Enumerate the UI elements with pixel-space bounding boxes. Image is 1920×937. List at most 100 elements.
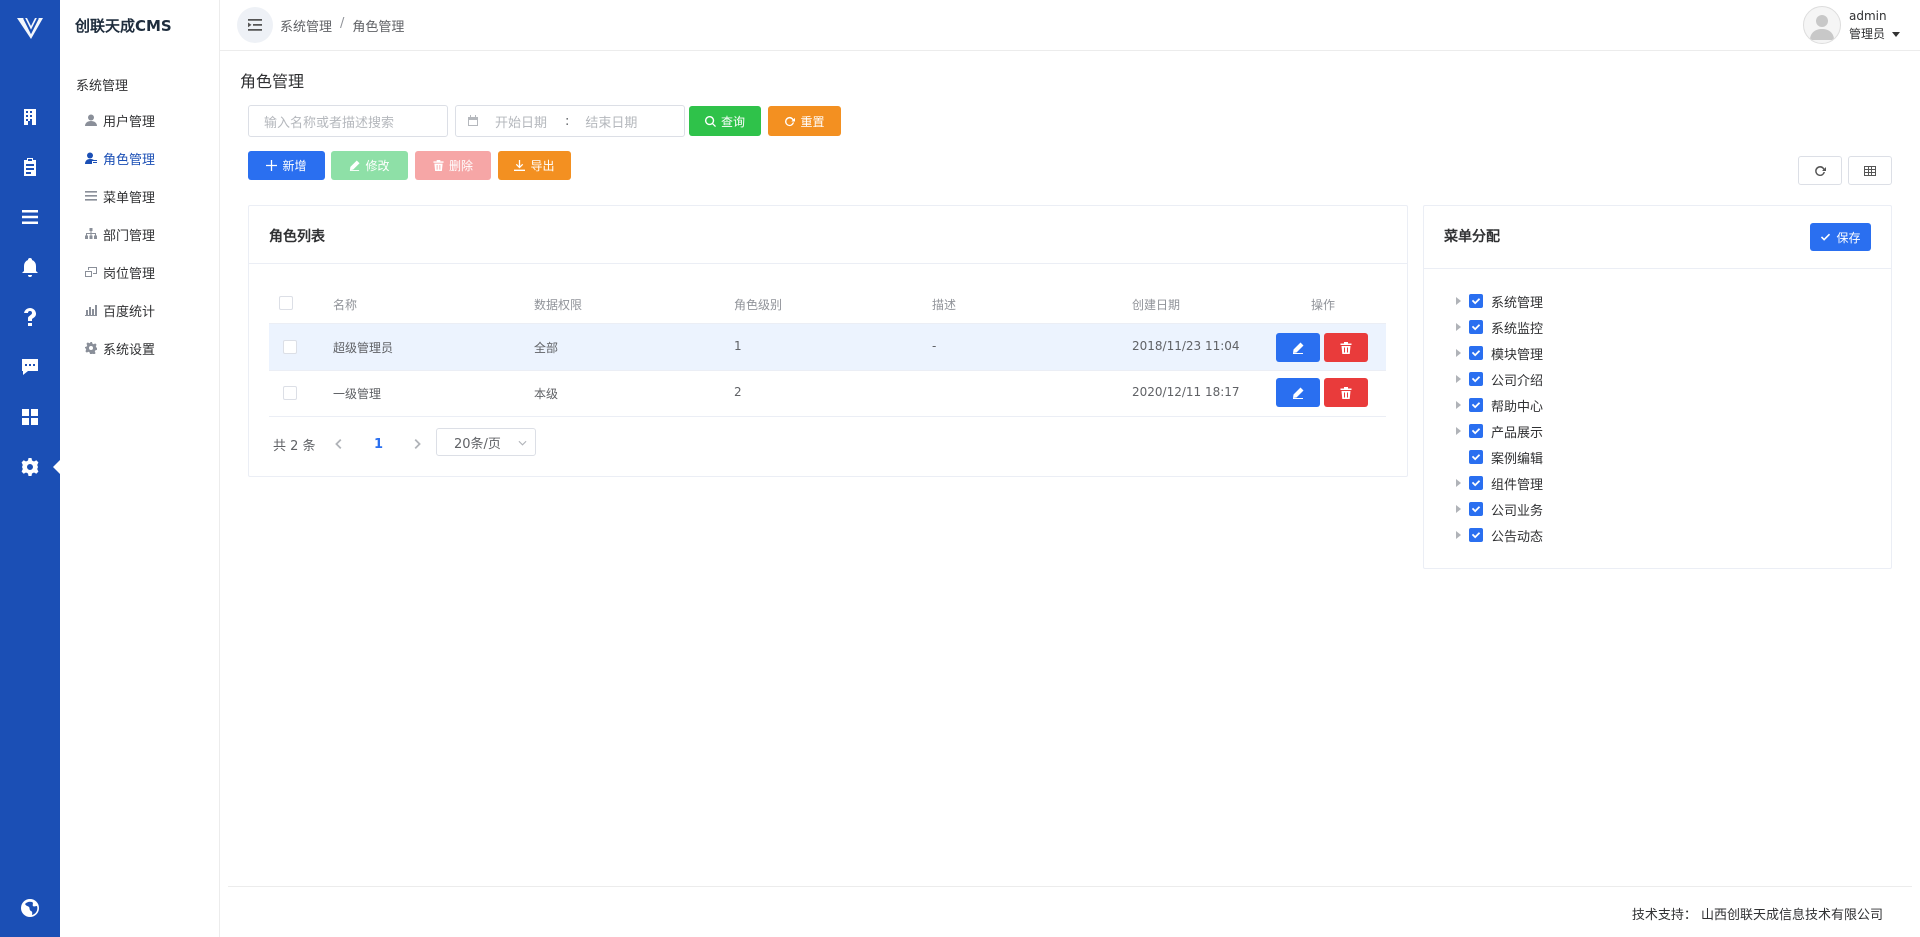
expand-arrow-icon[interactable] [1453, 374, 1463, 384]
tree-checkbox[interactable] [1469, 424, 1483, 438]
tree-node-label: 公司介绍 [1491, 373, 1544, 389]
columns-toggle-button[interactable] [1848, 156, 1892, 185]
row-edit-button[interactable] [1276, 333, 1320, 362]
refresh-icon [785, 116, 796, 126]
check-icon [1471, 324, 1481, 331]
rail-building-icon[interactable] [0, 93, 60, 141]
tree-checkbox[interactable] [1469, 294, 1483, 308]
prev-page-button[interactable] [335, 430, 342, 458]
tree-node[interactable]: 帮助中心 [1453, 395, 1543, 415]
breadcrumb-item[interactable]: 系统管理 [280, 16, 332, 35]
refresh-table-button[interactable] [1798, 156, 1842, 185]
export-button[interactable]: 导出 [498, 151, 571, 180]
rail-chat-icon[interactable] [0, 343, 60, 391]
tree-node[interactable]: 系统管理 [1453, 291, 1543, 311]
row-checkbox[interactable] [283, 340, 297, 354]
column-header-level[interactable]: 角色级别 [734, 296, 782, 313]
edit-button[interactable]: 修改 [331, 151, 408, 180]
column-header-scope[interactable]: 数据权限 [534, 296, 582, 313]
end-date-placeholder[interactable]: 结束日期 [585, 112, 637, 131]
save-button-label: 保存 [1836, 230, 1861, 245]
add-button[interactable]: 新增 [248, 151, 325, 180]
sidebar-item-roles[interactable]: 角色管理 [84, 147, 155, 169]
sidebar-item-departments[interactable]: 部门管理 [84, 223, 155, 245]
search-input[interactable]: 输入名称或者描述搜索 [248, 105, 448, 137]
save-button[interactable]: 保存 [1810, 223, 1871, 251]
username: admin [1848, 9, 1887, 23]
expand-arrow-icon[interactable] [1453, 426, 1463, 436]
rail-settings-icon[interactable] [0, 443, 60, 491]
rail-list-icon[interactable] [0, 193, 60, 241]
reset-button-label: 重置 [800, 114, 825, 129]
sidebar-item-users[interactable]: 用户管理 [84, 109, 155, 131]
expand-arrow-icon[interactable] [1453, 296, 1463, 306]
tree-node[interactable]: 模块管理 [1453, 343, 1543, 363]
submenu-panel: 创联天成CMS 系统管理 用户管理 角色管理 菜单管理 部门管理 岗位管理 百度… [60, 0, 220, 937]
tree-checkbox[interactable] [1469, 346, 1483, 360]
rail-apps-icon[interactable] [0, 393, 60, 441]
sidebar-item-label: 部门管理 [103, 228, 156, 244]
delete-button[interactable]: 删除 [415, 151, 491, 180]
calendar-icon [468, 115, 478, 126]
rail-help-icon[interactable] [0, 293, 60, 341]
breadcrumb: 系统管理 / 角色管理 [280, 16, 404, 35]
leaf-spacer [1453, 452, 1463, 462]
tree-checkbox[interactable] [1469, 528, 1483, 542]
date-range-picker[interactable]: 开始日期 : 结束日期 [455, 105, 685, 137]
collapse-sidebar-button[interactable] [237, 7, 273, 43]
chevron-down-icon [518, 440, 527, 446]
reset-button[interactable]: 重置 [768, 106, 841, 136]
tree-checkbox[interactable] [1469, 450, 1483, 464]
page-number-current[interactable]: 1 [374, 430, 383, 458]
sidebar-item-system-settings[interactable]: 系统设置 [84, 337, 155, 359]
tree-checkbox[interactable] [1469, 372, 1483, 386]
tree-node[interactable]: 组件管理 [1453, 473, 1543, 493]
tree-checkbox[interactable] [1469, 320, 1483, 334]
check-icon [1471, 532, 1481, 539]
expand-arrow-icon[interactable] [1453, 348, 1463, 358]
expand-arrow-icon[interactable] [1453, 322, 1463, 332]
expand-arrow-icon[interactable] [1453, 400, 1463, 410]
expand-arrow-icon[interactable] [1453, 504, 1463, 514]
sidebar-item-baidu-stats[interactable]: 百度统计 [84, 299, 155, 321]
user-menu[interactable]: admin 管理员 [1802, 4, 1900, 46]
sidebar-item-posts[interactable]: 岗位管理 [84, 261, 155, 283]
sidebar-item-label: 菜单管理 [103, 190, 156, 206]
expand-arrow-icon[interactable] [1453, 530, 1463, 540]
select-all-checkbox[interactable] [279, 296, 293, 310]
sidebar-item-menus[interactable]: 菜单管理 [84, 185, 155, 207]
tree-node[interactable]: 公司业务 [1453, 499, 1543, 519]
tree-checkbox[interactable] [1469, 502, 1483, 516]
rail-bell-icon[interactable] [0, 243, 60, 291]
column-header-desc[interactable]: 描述 [932, 296, 956, 313]
row-delete-button[interactable] [1324, 378, 1368, 407]
collapse-menu-icon [248, 19, 262, 31]
row-checkbox[interactable] [283, 386, 297, 400]
column-header-name[interactable]: 名称 [333, 296, 357, 313]
chart-icon [84, 304, 97, 317]
expand-arrow-icon[interactable] [1453, 478, 1463, 488]
footer-company-link[interactable]: 山西创联天成信息技术有限公司 [1701, 908, 1883, 923]
tree-node[interactable]: 产品展示 [1453, 421, 1543, 441]
page-size-select[interactable]: 20条/页 [436, 428, 536, 456]
trash-icon [433, 160, 444, 171]
tree-node[interactable]: 系统监控 [1453, 317, 1543, 337]
row-edit-button[interactable] [1276, 378, 1320, 407]
rail-globe-icon[interactable] [0, 884, 60, 932]
tree-node[interactable]: 公司介绍 [1453, 369, 1543, 389]
card-divider [249, 263, 1407, 264]
column-header-created[interactable]: 创建日期 [1132, 296, 1180, 313]
row-delete-button[interactable] [1324, 333, 1368, 362]
query-button[interactable]: 查询 [689, 106, 761, 136]
tree-node-label: 系统管理 [1491, 295, 1544, 311]
date-range-separator: : [565, 113, 570, 129]
tree-checkbox[interactable] [1469, 476, 1483, 490]
start-date-placeholder[interactable]: 开始日期 [495, 112, 547, 131]
search-icon [704, 115, 716, 127]
rail-clipboard-icon[interactable] [0, 143, 60, 191]
tree-checkbox[interactable] [1469, 398, 1483, 412]
next-page-button[interactable] [414, 430, 421, 458]
tree-node[interactable]: 公告动态 [1453, 525, 1543, 545]
chevron-left-icon [335, 439, 342, 449]
tree-node[interactable]: 案例编辑 [1453, 447, 1543, 467]
